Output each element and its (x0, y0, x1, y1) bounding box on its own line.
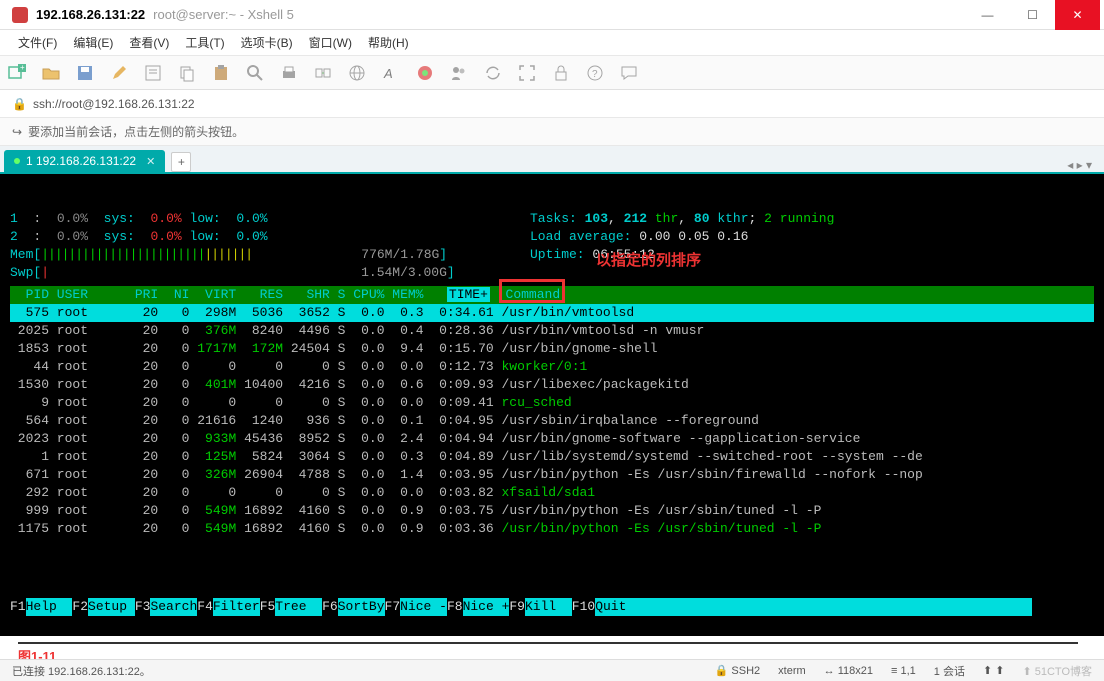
annotation-sort-label: 以指定的列排序 (596, 252, 701, 270)
hint-text: 要添加当前会话，点击左侧的箭头按钮。 (28, 123, 244, 140)
status-size: ↔ 118x21 (824, 665, 873, 677)
table-row[interactable]: 1530 root 20 0 401M 10400 4216 S 0.0 0.6… (10, 376, 1094, 394)
status-dot-icon (14, 158, 20, 164)
table-row[interactable]: 575 root 20 0 298M 5036 3652 S 0.0 0.3 0… (10, 304, 1094, 322)
arrow-icon[interactable]: ↪ (12, 125, 22, 139)
table-row[interactable]: 999 root 20 0 549M 16892 4160 S 0.0 0.9 … (10, 502, 1094, 520)
tab-label: 1 192.168.26.131:22 (26, 154, 136, 168)
users-icon[interactable] (450, 64, 468, 82)
status-sessions: 1 会话 (934, 663, 965, 679)
print-icon[interactable] (280, 64, 298, 82)
menu-tabs[interactable]: 选项卡(B) (235, 34, 299, 51)
table-row[interactable]: 1 root 20 0 125M 5824 3064 S 0.0 0.3 0:0… (10, 448, 1094, 466)
title-bar: 192.168.26.131:22 root@server:~ - Xshell… (0, 0, 1104, 30)
svg-text:A: A (383, 66, 393, 81)
paste-icon[interactable] (212, 64, 230, 82)
table-row[interactable]: 292 root 20 0 0 0 0 S 0.0 0.0 0:03.82 xf… (10, 484, 1094, 502)
terminal[interactable]: 1 : 0.0% sys: 0.0% low: 0.0% 2 : 0.0% sy… (0, 174, 1104, 636)
status-pos: ≡ 1,1 (891, 665, 916, 677)
lock-icon[interactable] (552, 64, 570, 82)
open-icon[interactable] (42, 64, 60, 82)
help-icon[interactable]: ? (586, 64, 604, 82)
window-controls: — ☐ ✕ (965, 0, 1100, 30)
fullscreen-icon[interactable] (518, 64, 536, 82)
table-row[interactable]: 2023 root 20 0 933M 45436 8952 S 0.0 2.4… (10, 430, 1094, 448)
search-icon[interactable] (246, 64, 264, 82)
window-title: 192.168.26.131:22 (36, 7, 145, 22)
menu-window[interactable]: 窗口(W) (303, 34, 358, 51)
svg-text:?: ? (592, 69, 598, 80)
globe-icon[interactable] (348, 64, 366, 82)
status-ssh: 🔒 SSH2 (715, 664, 761, 677)
new-session-icon[interactable]: + (8, 64, 26, 82)
tab-bar: 1 192.168.26.131:22 ✕ + ◂ ▸ ▾ (0, 146, 1104, 174)
menu-tools[interactable]: 工具(T) (179, 34, 230, 51)
session-tab[interactable]: 1 192.168.26.131:22 ✕ (4, 150, 165, 172)
table-row[interactable]: 2025 root 20 0 376M 8240 4496 S 0.0 0.4 … (10, 322, 1094, 340)
table-row[interactable]: 1853 root 20 0 1717M 172M 24504 S 0.0 9.… (10, 340, 1094, 358)
status-bar: 已连接 192.168.26.131:22。 🔒 SSH2 xterm ↔ 11… (0, 659, 1104, 681)
close-button[interactable]: ✕ (1055, 0, 1100, 30)
table-row[interactable]: 1175 root 20 0 549M 16892 4160 S 0.0 0.9… (10, 520, 1094, 538)
color-icon[interactable] (416, 64, 434, 82)
menu-edit[interactable]: 编辑(E) (67, 34, 119, 51)
transfer-icon[interactable] (314, 64, 332, 82)
status-connection: 已连接 192.168.26.131:22。 (12, 663, 151, 679)
save-icon[interactable] (76, 64, 94, 82)
properties-icon[interactable] (144, 64, 162, 82)
sync-icon[interactable] (484, 64, 502, 82)
table-row[interactable]: 564 root 20 0 21616 1240 936 S 0.0 0.1 0… (10, 412, 1094, 430)
toolbar: + A ? (0, 56, 1104, 90)
menu-file[interactable]: 文件(F) (12, 34, 63, 51)
window-subtitle: root@server:~ - Xshell 5 (153, 7, 294, 22)
menu-view[interactable]: 查看(V) (123, 34, 175, 51)
minimize-button[interactable]: — (965, 0, 1010, 30)
tab-nav-arrows[interactable]: ◂ ▸ ▾ (1059, 158, 1100, 172)
address-url[interactable]: ssh://root@192.168.26.131:22 (33, 97, 195, 111)
watermark: ⬆ 51CTO博客 (1022, 663, 1092, 679)
status-term: xterm (778, 665, 806, 677)
hint-bar: ↪ 要添加当前会话，点击左侧的箭头按钮。 (0, 118, 1104, 146)
chat-icon[interactable] (620, 64, 638, 82)
lock-small-icon: 🔒 (12, 97, 27, 111)
maximize-button[interactable]: ☐ (1010, 0, 1055, 30)
highlight-box (499, 279, 565, 303)
svg-text:+: + (20, 64, 25, 72)
add-tab-button[interactable]: + (171, 152, 191, 172)
col-time: TIME+ (447, 287, 490, 302)
copy-icon[interactable] (178, 64, 196, 82)
table-row[interactable]: 44 root 20 0 0 0 0 S 0.0 0.0 0:12.73 kwo… (10, 358, 1094, 376)
table-row[interactable]: 671 root 20 0 326M 26904 4788 S 0.0 1.4 … (10, 466, 1094, 484)
tab-close-icon[interactable]: ✕ (146, 155, 155, 168)
edit-icon[interactable] (110, 64, 128, 82)
address-bar: 🔒 ssh://root@192.168.26.131:22 (0, 90, 1104, 118)
function-key-bar: F1Help F2Setup F3SearchF4FilterF5Tree F6… (10, 598, 1094, 616)
table-row[interactable]: 9 root 20 0 0 0 0 S 0.0 0.0 0:09.41 rcu_… (10, 394, 1094, 412)
process-table: PID USER PRI NI VIRT RES SHR S CPU% MEM%… (10, 286, 1094, 538)
app-icon (12, 7, 28, 23)
menu-help[interactable]: 帮助(H) (362, 34, 415, 51)
font-icon[interactable]: A (382, 64, 400, 82)
status-sep: ⬆ ⬆ (983, 664, 1005, 677)
menu-bar: 文件(F) 编辑(E) 查看(V) 工具(T) 选项卡(B) 窗口(W) 帮助(… (0, 30, 1104, 56)
